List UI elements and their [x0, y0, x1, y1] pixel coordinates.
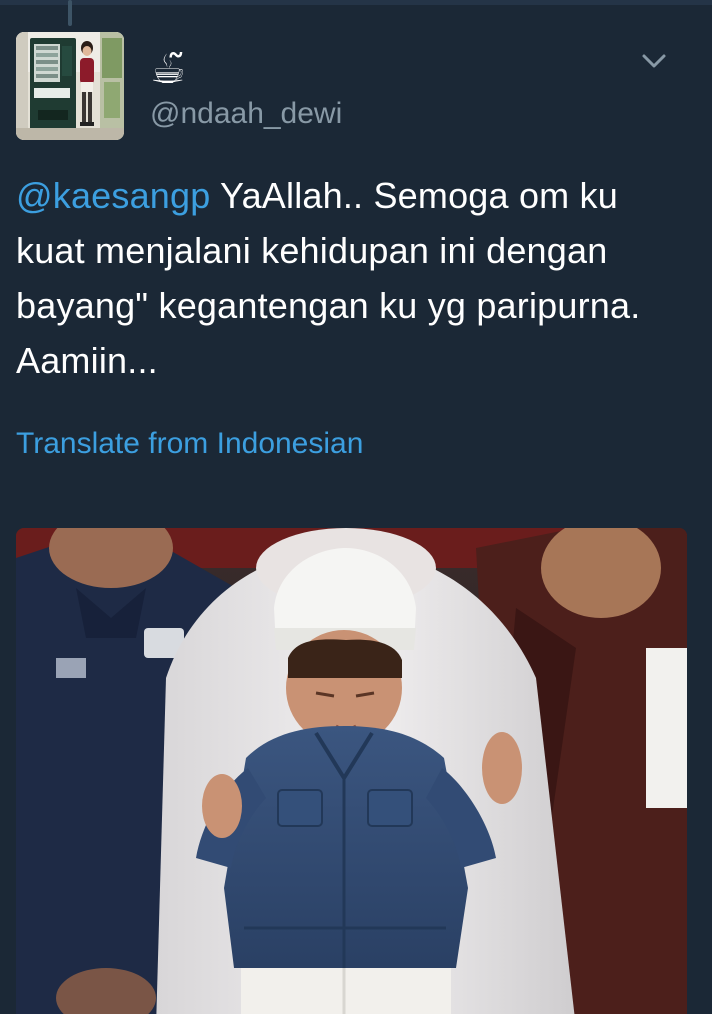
translate-link[interactable]: Translate from Indonesian: [16, 424, 363, 464]
mention-link[interactable]: @kaesangp: [16, 175, 210, 216]
display-name[interactable]: ☕̃: [150, 48, 186, 92]
tweet-text: @kaesangp YaAllah.. Semoga om ku kuat me…: [16, 168, 676, 388]
username-handle[interactable]: @ndaah_dewi: [150, 96, 342, 132]
avatar[interactable]: [16, 32, 124, 140]
photo-image: [16, 528, 687, 1014]
tweet-photo[interactable]: [16, 528, 687, 1014]
tweet-detail-screen: ☕̃ @ndaah_dewi @kaesangp YaAllah.. Semog…: [0, 0, 712, 1014]
top-edge: [0, 0, 712, 5]
chevron-down-icon[interactable]: [636, 46, 672, 78]
avatar-image: [16, 32, 124, 140]
thread-connector-line: [68, 0, 72, 26]
